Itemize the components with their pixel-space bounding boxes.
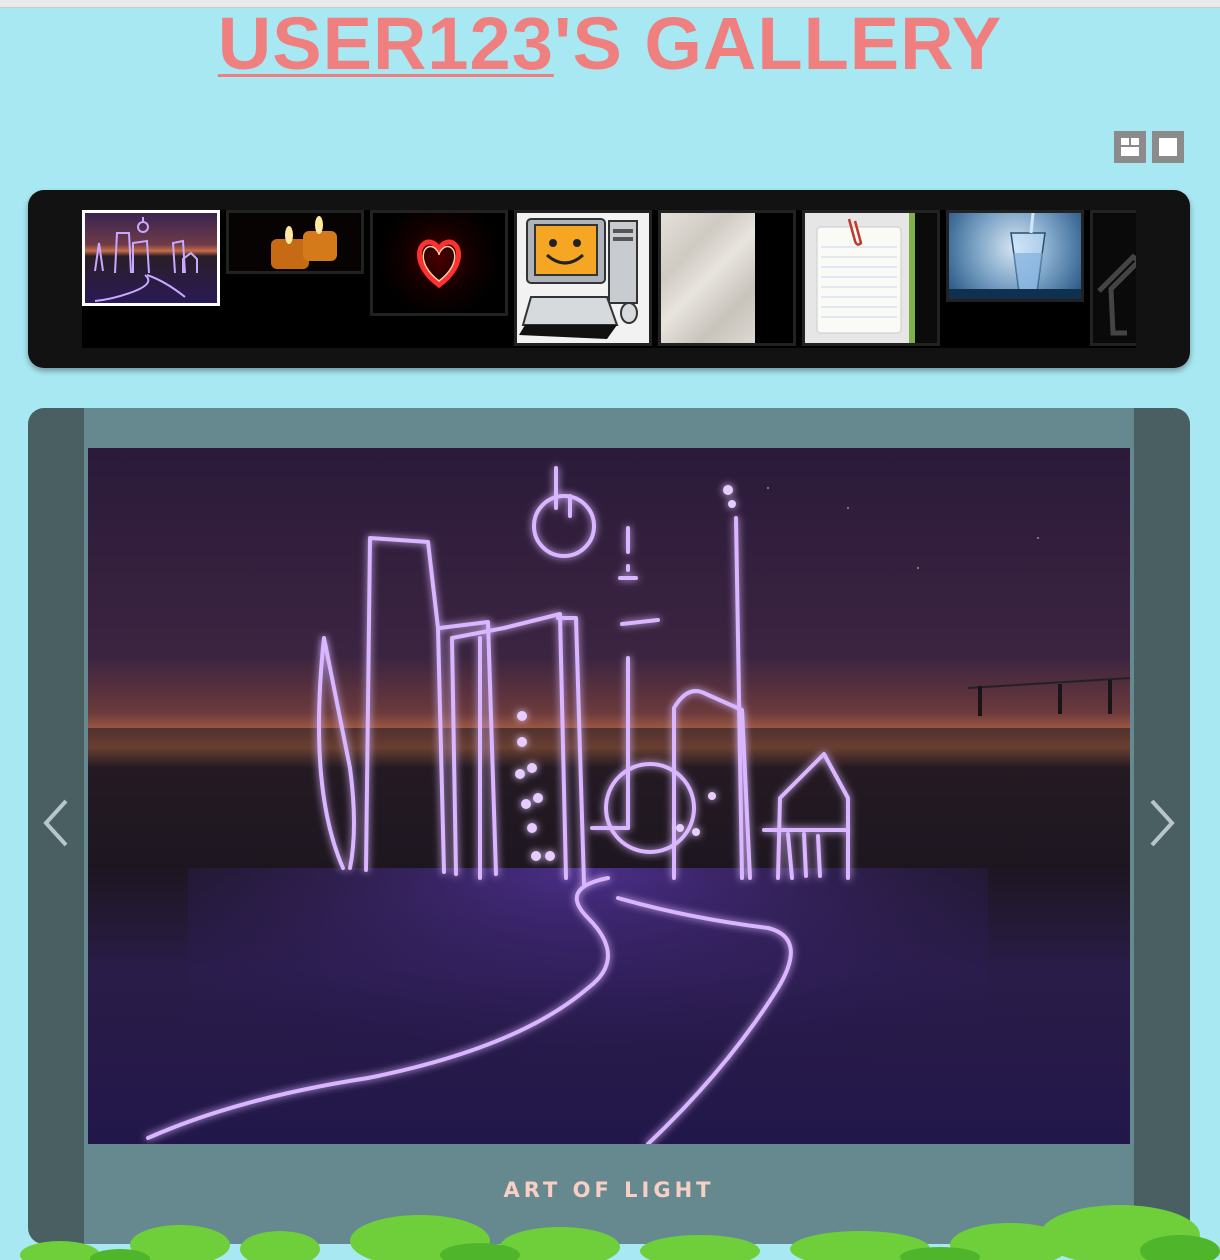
image-viewer: ART OF LIGHT [28, 408, 1190, 1244]
filmstrip-track[interactable] [82, 210, 1136, 348]
user-profile-link[interactable]: USER123 [218, 2, 554, 85]
decorative-bushes [20, 1205, 1220, 1260]
thumbnail-filmstrip [28, 190, 1190, 368]
main-photo[interactable] [88, 448, 1130, 1144]
photo-caption: ART OF LIGHT [503, 1178, 715, 1202]
view-toggle [1114, 131, 1184, 163]
grid-view-button[interactable] [1114, 131, 1146, 163]
previous-button[interactable] [36, 793, 76, 853]
page-title: USER123'S GALLERY [0, 4, 1220, 84]
thumbnail-water-glass[interactable] [946, 210, 1084, 302]
thumbnail-light-drawing[interactable] [82, 210, 220, 306]
thumbnail-neon-heart[interactable] [370, 210, 508, 316]
thumbnail-partial[interactable] [1090, 210, 1136, 346]
thumbnail-notepad[interactable] [802, 210, 940, 346]
chevron-right-icon [1150, 799, 1175, 847]
title-suffix: 'S GALLERY [553, 2, 1003, 85]
single-view-button[interactable] [1152, 131, 1184, 163]
thumbnail-crumpled-paper[interactable] [658, 210, 796, 346]
single-view-icon [1159, 138, 1177, 156]
thumbnail-candles[interactable] [226, 210, 364, 274]
chevron-left-icon [43, 799, 68, 847]
thumbnail-smiley-computer[interactable] [514, 210, 652, 346]
next-button[interactable] [1142, 793, 1182, 853]
